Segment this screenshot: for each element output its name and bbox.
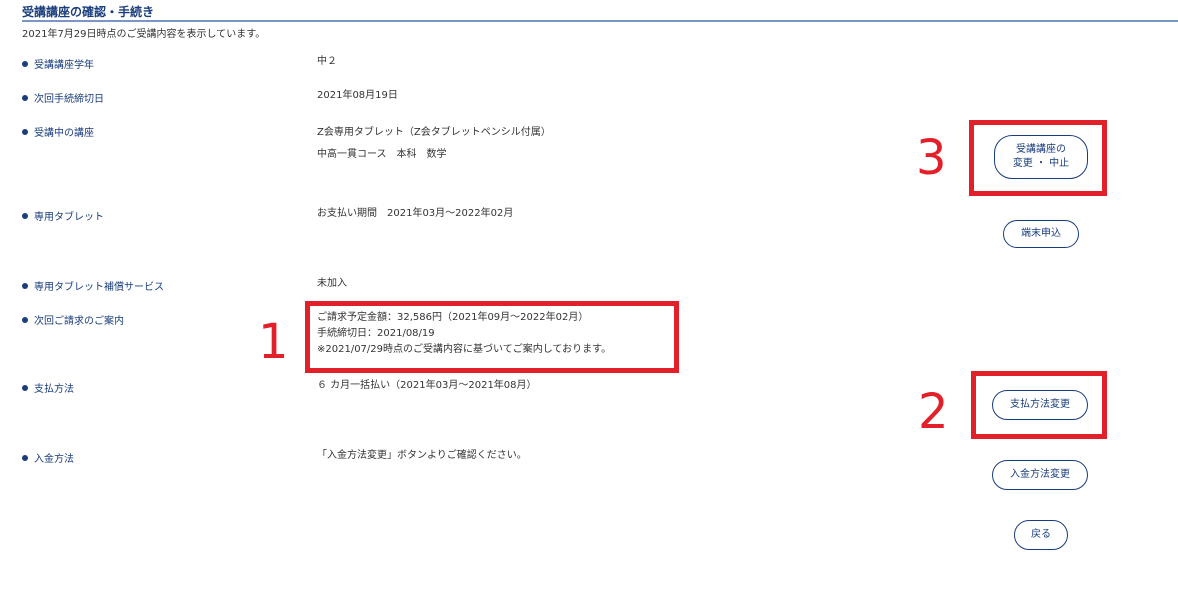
row-label-text: 受講中の講座 [34,128,94,139]
row-label-text: 次回ご請求のご案内 [34,316,124,327]
row-label-next-billing: 次回ご請求のご案内 [22,312,124,327]
annotation-number-1: 1 [258,314,289,370]
row-value-line: 中２ [317,56,337,67]
row-value-payment-method: ６ カ月一括払い（2021年03月～2021年08月） [317,378,537,394]
bullet-icon [22,317,28,323]
annotation-number-2: 2 [918,384,949,440]
annotation-box-2 [971,371,1107,439]
row-label-deposit-method: 入金方法 [22,450,74,465]
page-title: 受講講座の確認・手続き [22,5,155,19]
row-label-text: 専用タブレット [34,212,104,223]
bullet-icon [22,385,28,391]
row-label-payment-method: 支払方法 [22,380,74,395]
bullet-icon [22,213,28,219]
row-label-tablet-insurance: 専用タブレット補償サービス [22,278,164,293]
row-value-next-deadline: 2021年08月19日 [317,88,398,104]
bullet-icon [22,283,28,289]
row-label-text: 専用タブレット補償サービス [34,282,164,293]
device-apply-button[interactable]: 端末申込 [1003,220,1079,248]
row-label-tablet: 専用タブレット [22,208,104,223]
course-confirmation-page: 受講講座の確認・手続き 2021年7月29日時点のご受講内容を表示しています。 … [0,0,1178,596]
bullet-icon [22,129,28,135]
row-label-text: 入金方法 [34,454,74,465]
bullet-icon [22,95,28,101]
annotation-box-1 [305,301,679,373]
back-button[interactable]: 戻る [1014,520,1068,550]
row-label-grade: 受講講座学年 [22,56,94,71]
bullet-icon [22,61,28,67]
row-value-line: ６ カ月一括払い（2021年03月～2021年08月） [317,380,537,391]
bullet-icon [22,455,28,461]
title-divider [22,20,1178,22]
row-value-tablet: お支払い期間 2021年03月～2022年02月 [317,206,513,222]
annotation-box-3 [969,120,1107,196]
row-label-text: 次回手続締切日 [34,94,104,105]
annotation-number-3: 3 [916,130,947,186]
row-value-grade: 中２ [317,54,337,70]
page-subtitle: 2021年7月29日時点のご受講内容を表示しています。 [22,29,266,40]
row-value-line: 中高一貫コース 本科 数学 [317,149,447,160]
row-value-line: Z会専用タブレット（Z会タブレットペンシル付属） [317,127,551,138]
row-value-line: 2021年08月19日 [317,90,398,101]
row-value-deposit-method: 「入金方法変更」ボタンよりご確認ください。 [317,448,527,464]
row-label-next-deadline: 次回手続締切日 [22,90,104,105]
row-value-current-course: Z会専用タブレット（Z会タブレットペンシル付属） 中高一貫コース 本科 数学 [317,122,551,166]
row-label-text: 受講講座学年 [34,60,94,71]
row-value-tablet-insurance: 未加入 [317,276,347,292]
row-value-line: お支払い期間 2021年03月～2022年02月 [317,208,514,219]
row-value-line: 未加入 [317,278,347,289]
row-label-current-course: 受講中の講座 [22,124,94,139]
deposit-method-change-button[interactable]: 入金方法変更 [992,460,1088,490]
row-label-text: 支払方法 [34,384,74,395]
row-value-line: 「入金方法変更」ボタンよりご確認ください。 [317,450,527,461]
